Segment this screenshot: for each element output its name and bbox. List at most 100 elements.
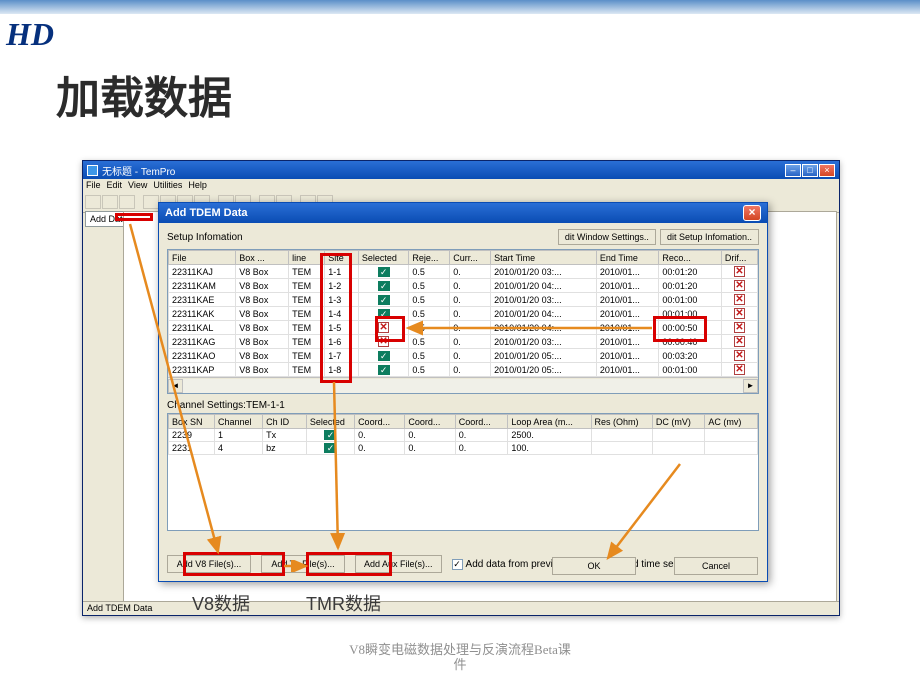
grid-header[interactable]: AC (mv) bbox=[705, 415, 758, 429]
table-row[interactable]: 22311KALV8 BoxTEM1-5✕0.50.2010/01/20 04:… bbox=[169, 321, 758, 335]
table-row[interactable]: 22311KAEV8 BoxTEM1-3✓0.50.2010/01/20 03:… bbox=[169, 293, 758, 307]
grid-header[interactable]: File bbox=[169, 251, 236, 265]
setup-grid[interactable]: FileBox ...lineSiteSelectedReje...Curr..… bbox=[167, 249, 759, 394]
table-cell: ✕ bbox=[721, 265, 757, 279]
table-row[interactable]: 22311KAGV8 BoxTEM1-6✕0.50.2010/01/20 03:… bbox=[169, 335, 758, 349]
grid-header[interactable]: Selected bbox=[306, 415, 354, 429]
table-cell: 22311KAM bbox=[169, 279, 236, 293]
check-icon[interactable]: ✓ bbox=[324, 430, 336, 440]
check-icon[interactable]: ✓ bbox=[378, 309, 390, 319]
table-row[interactable]: 22311KAJV8 BoxTEM1-1✓0.50.2010/01/20 03:… bbox=[169, 265, 758, 279]
table-cell: 00:00:50 bbox=[659, 321, 722, 335]
table-cell: 0. bbox=[450, 363, 491, 377]
table-cell: ✓ bbox=[306, 442, 354, 455]
table-cell bbox=[705, 429, 758, 442]
grid-header[interactable]: Coord... bbox=[355, 415, 405, 429]
channel-grid[interactable]: Box SNChannelCh IDSelectedCoord...Coord.… bbox=[167, 413, 759, 531]
table-cell: 0.5 bbox=[409, 335, 450, 349]
grid-header[interactable]: Reco... bbox=[659, 251, 722, 265]
add-aux-file-button[interactable]: Add Aux File(s)... bbox=[355, 555, 442, 573]
menu-utilities[interactable]: Utilities bbox=[153, 180, 182, 192]
x-icon[interactable]: ✕ bbox=[734, 280, 745, 291]
table-row[interactable]: 22314bz✓0.0.0.100. bbox=[169, 442, 758, 455]
table-row[interactable]: 22311KAOV8 BoxTEM1-7✓0.50.2010/01/20 05:… bbox=[169, 349, 758, 363]
table-row[interactable]: 22311KAPV8 BoxTEM1-8✓0.50.2010/01/20 05:… bbox=[169, 363, 758, 377]
x-icon[interactable]: ✕ bbox=[378, 336, 389, 347]
table-cell: 1-6 bbox=[325, 335, 359, 349]
menu-file[interactable]: File bbox=[86, 180, 101, 192]
add-v8-file-button[interactable]: Add V8 File(s)... bbox=[167, 555, 251, 573]
grid-header[interactable]: line bbox=[289, 251, 325, 265]
x-icon[interactable]: ✕ bbox=[734, 294, 745, 305]
table-cell: ✕ bbox=[721, 279, 757, 293]
close-button[interactable]: × bbox=[819, 164, 835, 177]
grid-header[interactable]: Channel bbox=[214, 415, 262, 429]
add-tdem-dialog: Add TDEM Data × Setup Infomation dit Win… bbox=[158, 202, 768, 582]
grid-header[interactable]: Drif... bbox=[721, 251, 757, 265]
grid-header[interactable]: Start Time bbox=[491, 251, 597, 265]
x-icon[interactable]: ✕ bbox=[734, 308, 745, 319]
grid-header[interactable]: Curr... bbox=[450, 251, 491, 265]
table-cell: 0. bbox=[455, 442, 508, 455]
table-cell: 2010/01/20 03:... bbox=[491, 335, 597, 349]
grid-header[interactable]: Coord... bbox=[455, 415, 508, 429]
toolbar-button[interactable] bbox=[85, 195, 101, 209]
table-cell: 00:03:20 bbox=[659, 349, 722, 363]
grid-header[interactable]: Loop Area (m... bbox=[508, 415, 591, 429]
edit-window-settings-button[interactable]: dit Window Settings.. bbox=[558, 229, 656, 245]
menu-edit[interactable]: Edit bbox=[107, 180, 123, 192]
table-cell: 0. bbox=[450, 335, 491, 349]
table-row[interactable]: 22311KAMV8 BoxTEM1-2✓0.50.2010/01/20 04:… bbox=[169, 279, 758, 293]
table-cell: TEM bbox=[289, 363, 325, 377]
add-tx-file-button[interactable]: Add Tx File(s)... bbox=[261, 555, 345, 573]
toolbar-button[interactable] bbox=[143, 195, 159, 209]
grid-header[interactable]: Ch ID bbox=[263, 415, 307, 429]
check-icon[interactable]: ✓ bbox=[378, 267, 390, 277]
grid-header[interactable]: DC (mV) bbox=[652, 415, 705, 429]
table-cell: 2010/01/20 03:... bbox=[491, 265, 597, 279]
scroll-right-icon[interactable]: ► bbox=[743, 379, 758, 393]
check-icon[interactable]: ✓ bbox=[378, 295, 390, 305]
grid-header[interactable]: Box ... bbox=[236, 251, 289, 265]
check-icon[interactable]: ✓ bbox=[378, 365, 390, 375]
x-icon[interactable]: ✕ bbox=[378, 322, 389, 333]
slide-title: 加载数据 bbox=[56, 62, 232, 126]
table-cell: 0.5 bbox=[409, 349, 450, 363]
x-icon[interactable]: ✕ bbox=[734, 336, 745, 347]
toolbar-button[interactable] bbox=[102, 195, 118, 209]
edit-setup-info-button[interactable]: dit Setup Infomation.. bbox=[660, 229, 759, 245]
scroll-left-icon[interactable]: ◄ bbox=[168, 379, 183, 393]
table-cell: 4 bbox=[214, 442, 262, 455]
cancel-button[interactable]: Cancel bbox=[674, 557, 758, 575]
check-icon[interactable]: ✓ bbox=[378, 351, 390, 361]
grid-header[interactable]: End Time bbox=[596, 251, 659, 265]
x-icon[interactable]: ✕ bbox=[734, 350, 745, 361]
table-row[interactable]: 22311KAKV8 BoxTEM1-4✓0.50.2010/01/20 04:… bbox=[169, 307, 758, 321]
maximize-button[interactable]: □ bbox=[802, 164, 818, 177]
grid-header[interactable]: Site bbox=[325, 251, 359, 265]
grid-header[interactable]: Coord... bbox=[405, 415, 455, 429]
x-icon[interactable]: ✕ bbox=[734, 364, 745, 375]
grid-scrollbar[interactable]: ◄ ► bbox=[168, 377, 758, 393]
menu-help[interactable]: Help bbox=[188, 180, 207, 192]
table-cell: V8 Box bbox=[236, 335, 289, 349]
menu-view[interactable]: View bbox=[128, 180, 147, 192]
check-icon[interactable]: ✓ bbox=[324, 443, 336, 453]
x-icon[interactable]: ✕ bbox=[734, 266, 745, 277]
table-cell: 1 bbox=[214, 429, 262, 442]
table-cell: 0. bbox=[405, 429, 455, 442]
table-cell: 0. bbox=[450, 279, 491, 293]
check-icon[interactable]: ✓ bbox=[378, 281, 390, 291]
dialog-close-button[interactable]: × bbox=[743, 205, 761, 221]
toolbar-button[interactable] bbox=[119, 195, 135, 209]
grid-header[interactable]: Box SN bbox=[169, 415, 215, 429]
minimize-button[interactable]: – bbox=[785, 164, 801, 177]
grid-header[interactable]: Res (Ohm) bbox=[591, 415, 652, 429]
table-cell: 00:01:20 bbox=[659, 279, 722, 293]
table-row[interactable]: 22391Tx✓0.0.0.2500. bbox=[169, 429, 758, 442]
grid-header[interactable]: Reje... bbox=[409, 251, 450, 265]
grid-header[interactable]: Selected bbox=[358, 251, 409, 265]
ok-button[interactable]: OK bbox=[552, 557, 636, 575]
x-icon[interactable]: ✕ bbox=[734, 322, 745, 333]
table-cell: 2010/01/20 03:... bbox=[491, 293, 597, 307]
